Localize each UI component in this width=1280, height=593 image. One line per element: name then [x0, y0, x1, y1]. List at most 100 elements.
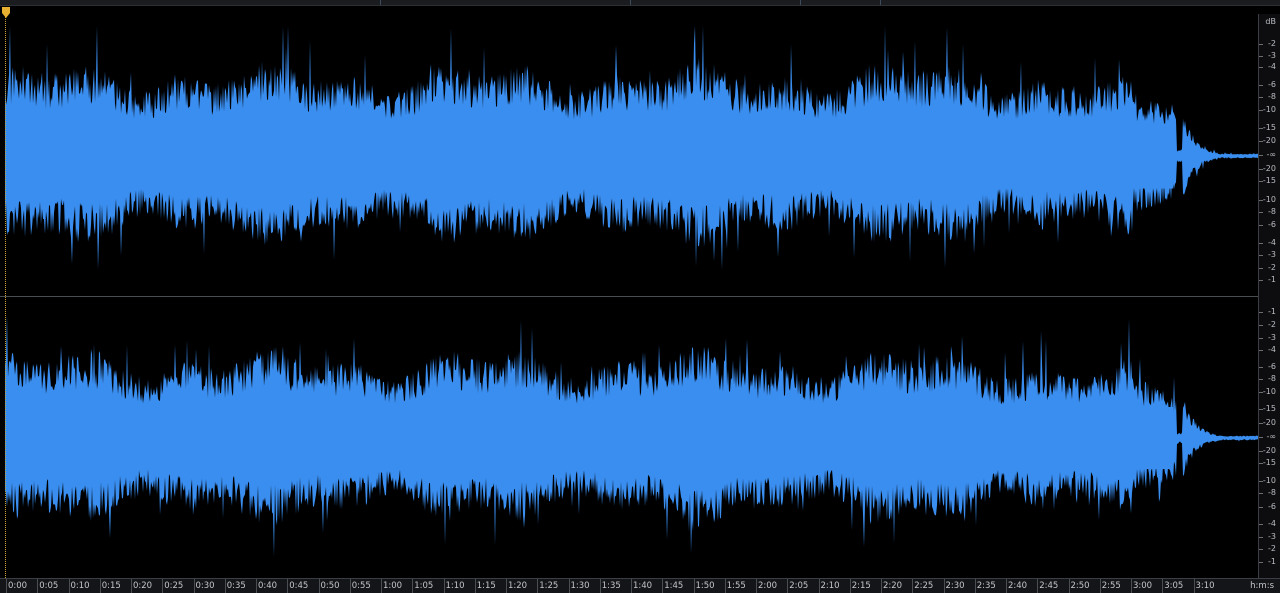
time-tick: [881, 579, 882, 593]
db-label: -∞: [1266, 150, 1276, 159]
db-label: -20: [1262, 446, 1276, 455]
time-label: 3:05: [1164, 581, 1184, 591]
time-tick: [1193, 579, 1195, 593]
db-label: -20: [1262, 418, 1276, 427]
db-unit-label: dB: [1265, 17, 1276, 26]
time-label: 0:05: [39, 581, 59, 591]
time-tick: [724, 579, 726, 593]
db-tick: [1259, 212, 1263, 213]
time-label: 2:10: [820, 581, 840, 591]
db-label: -20: [1262, 164, 1276, 173]
time-tick: [412, 579, 414, 593]
db-label: -20: [1262, 136, 1276, 145]
time-tick: [662, 579, 664, 593]
db-label: -3: [1268, 250, 1276, 259]
time-tick: [818, 579, 820, 593]
time-label: 2:45: [1039, 581, 1059, 591]
waveform-core: [5, 123, 1173, 189]
time-tick: [1037, 579, 1039, 593]
overview-tick: [800, 0, 801, 5]
db-label: -3: [1268, 532, 1276, 541]
db-label: -∞: [1266, 432, 1276, 441]
time-tick: [443, 579, 445, 593]
time-tick: [99, 579, 101, 593]
db-tick: [1259, 169, 1263, 170]
time-tick: [912, 579, 914, 593]
db-tick: [1259, 181, 1263, 182]
db-label: -6: [1268, 80, 1276, 89]
db-tick: [1259, 537, 1263, 538]
time-label: 1:35: [601, 581, 621, 591]
overview-scrollbar[interactable]: [0, 0, 1280, 6]
db-tick: [1259, 549, 1263, 550]
db-label: -2: [1268, 320, 1276, 329]
time-label: 2:15: [851, 581, 871, 591]
time-tick: [568, 579, 570, 593]
db-tick: [1259, 367, 1263, 368]
db-tick: [1259, 268, 1263, 269]
time-label: 0:25: [164, 581, 184, 591]
channel-2-waveform: [5, 314, 1258, 557]
db-label: -6: [1268, 502, 1276, 511]
time-tick: [381, 579, 382, 593]
db-tick: [1259, 141, 1263, 142]
db-label: -15: [1262, 404, 1276, 413]
db-tick: [1259, 280, 1263, 281]
time-label: 3:10: [1195, 581, 1215, 591]
db-label: -2: [1268, 263, 1276, 272]
time-tick: [849, 579, 851, 593]
db-tick: [1259, 200, 1263, 201]
time-label: 2:40: [1008, 581, 1028, 591]
db-tick: [1259, 409, 1263, 410]
time-tick: [256, 579, 257, 593]
time-label: 0:45: [289, 581, 309, 591]
time-label: 0:10: [70, 581, 90, 591]
db-label: -8: [1268, 207, 1276, 216]
playhead-marker-icon[interactable]: [1, 6, 11, 19]
time-tick: [68, 579, 70, 593]
time-tick: [506, 579, 507, 593]
time-label: 1:50: [695, 581, 715, 591]
time-tick: [943, 579, 945, 593]
time-label: 1:15: [476, 581, 496, 591]
time-label: 1:05: [414, 581, 434, 591]
db-tick: [1259, 562, 1263, 563]
time-tick: [131, 579, 132, 593]
time-tick: [37, 579, 39, 593]
db-label: -10: [1262, 476, 1276, 485]
time-tick: [631, 579, 632, 593]
waveform-editor[interactable]: dB -2 -3 -4 -6 -8 -10 -15 -20 -∞ -20 -15 -10 -8 -6 -4 -…: [0, 0, 1280, 593]
db-tick: [1259, 493, 1263, 494]
time-label: 2:05: [789, 581, 809, 591]
time-label: 2:50: [1070, 581, 1090, 591]
db-label: -4: [1268, 345, 1276, 354]
time-label: 0:30: [195, 581, 215, 591]
db-tick: [1259, 225, 1263, 226]
time-label: 0:20: [133, 581, 153, 591]
db-tick: [1259, 392, 1263, 393]
time-label: 0:15: [101, 581, 121, 591]
time-tick: [1131, 579, 1132, 593]
time-ruler[interactable]: h:m:s 0:00 0:05 0:10 0:15 0:20 0:25 0:30 0:35 0:…: [0, 578, 1280, 593]
db-label: -15: [1262, 458, 1276, 467]
db-tick: [1259, 437, 1263, 438]
db-tick: [1259, 481, 1263, 482]
time-tick: [474, 579, 476, 593]
db-tick: [1259, 350, 1263, 351]
db-label: -10: [1262, 387, 1276, 396]
waveform-core: [5, 407, 1173, 469]
db-tick: [1259, 507, 1263, 508]
time-label: 1:00: [383, 581, 403, 591]
time-label: 2:35: [976, 581, 996, 591]
db-tick: [1259, 423, 1263, 424]
db-tick: [1259, 155, 1263, 156]
db-tick: [1259, 97, 1263, 98]
time-label: 1:45: [664, 581, 684, 591]
time-tick: [1068, 579, 1070, 593]
channel-divider[interactable]: [0, 296, 1280, 297]
time-label: 0:55: [351, 581, 371, 591]
db-tick: [1259, 524, 1263, 525]
time-units-label: h:m:s: [1250, 581, 1274, 591]
time-label: 2:20: [883, 581, 903, 591]
time-label: 3:00: [1133, 581, 1153, 591]
